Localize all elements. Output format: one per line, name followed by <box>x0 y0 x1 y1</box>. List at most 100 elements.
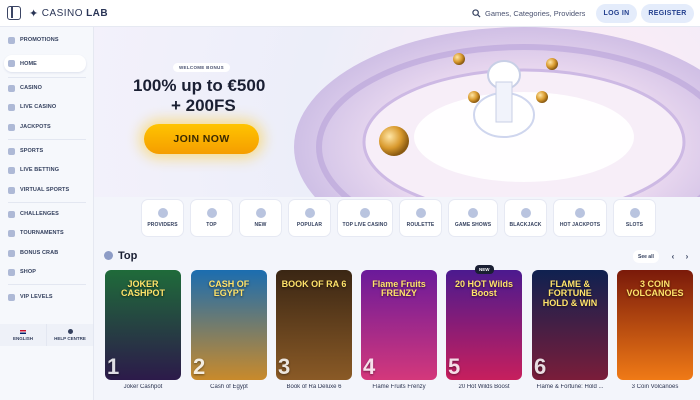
category-hot-jackpots[interactable]: HOT JACKPOTS <box>553 199 607 237</box>
login-button[interactable]: LOG IN <box>596 4 637 23</box>
sidebar-item-label: CASINO <box>20 85 42 91</box>
category-providers[interactable]: PROVIDERS <box>141 199 184 237</box>
game-art-title: 3 COIN VOLCANOES <box>626 279 684 299</box>
game-card[interactable]: 20 HOT Wilds Boost 5 20 Hot Wilds Boost <box>446 270 522 390</box>
live-casino-icon <box>360 208 370 218</box>
game-rank: 6 <box>534 354 547 379</box>
sidebar-item-live-betting[interactable]: LIVE BETTING <box>8 163 59 177</box>
category-top-live-casino[interactable]: TOP LIVE CASINO <box>337 199 393 237</box>
tournament-icon <box>8 229 15 237</box>
game-thumbnail[interactable]: BOOK OF RA 6 3 <box>276 270 352 380</box>
sidebar-toggle-icon[interactable] <box>7 6 21 20</box>
category-blackjack[interactable]: BLACKJACK <box>504 199 547 237</box>
top-icon <box>206 208 217 218</box>
category-label: TOP <box>206 222 217 228</box>
sidebar-item-label: VIRTUAL SPORTS <box>20 187 70 193</box>
game-thumbnail[interactable]: JOKER CASHPOT 1 <box>105 270 181 380</box>
game-card[interactable]: BOOK OF RA 6 3 Book of Ra Deluxe 6 <box>276 270 352 390</box>
jackpot-icon <box>8 123 15 131</box>
game-card[interactable]: FLAME & FORTUNE HOLD & WIN 6 Flame & For… <box>532 270 608 390</box>
join-now-button[interactable]: JOIN NOW <box>144 124 259 154</box>
sidebar-item-label: LIVE BETTING <box>20 167 60 173</box>
sidebar-item-sports[interactable]: SPORTS <box>8 144 43 158</box>
gift-icon <box>8 36 15 44</box>
search-input[interactable] <box>485 9 585 18</box>
logo-text-suffix: LAB <box>86 8 109 19</box>
category-roulette[interactable]: ROULETTE <box>399 199 442 237</box>
category-top[interactable]: TOP <box>190 199 233 237</box>
category-game-shows[interactable]: GAME SHOWS <box>448 199 498 237</box>
section-title: Top <box>118 250 138 262</box>
game-card[interactable]: JOKER CASHPOT 1 Joker Cashpot <box>105 270 181 390</box>
star-icon <box>304 208 315 218</box>
game-title[interactable]: Joker Cashpot <box>105 384 181 390</box>
next-arrow-button[interactable]: › <box>681 250 693 263</box>
see-all-button[interactable]: See all <box>633 250 659 263</box>
crown-icon <box>8 293 15 301</box>
search-icon <box>472 9 481 18</box>
sidebar-item-challenges[interactable]: CHALLENGES <box>8 207 59 221</box>
category-new[interactable]: NEW <box>239 199 282 237</box>
sidebar-divider <box>8 284 86 285</box>
category-label: NEW <box>254 222 267 228</box>
game-card[interactable]: Flame Fruits FRENZY 4 Flame Fruits Frenz… <box>361 270 437 390</box>
ball-icon <box>8 147 15 155</box>
game-thumbnail[interactable]: CASH OF EGYPT 2 <box>191 270 267 380</box>
game-card[interactable]: CASH OF EGYPT 2 Cash of Egypt <box>191 270 267 390</box>
sidebar-item-home[interactable]: HOME <box>4 55 86 72</box>
game-title[interactable]: Flame & Fortune: Hold ... <box>532 384 608 390</box>
game-thumbnail[interactable]: 3 COIN VOLCANOES <box>617 270 693 380</box>
sidebar-divider <box>8 139 86 140</box>
game-art-title: Flame Fruits FRENZY <box>372 279 426 299</box>
game-title[interactable]: Book of Ra Deluxe 6 <box>276 384 352 390</box>
sidebar-item-label: BONUS CRAB <box>20 250 59 256</box>
game-card[interactable]: 3 COIN VOLCANOES 3 Coin Volcanoes <box>617 270 693 390</box>
cards-icon <box>8 84 15 92</box>
sidebar-item-live-casino[interactable]: LIVE CASINO <box>8 100 56 114</box>
help-label: HELP CENTRE <box>54 336 86 341</box>
sidebar-footer: ENGLISH HELP CENTRE <box>0 324 94 346</box>
sidebar-item-jackpots[interactable]: JACKPOTS <box>8 120 51 134</box>
slots-icon <box>629 208 640 218</box>
brand-logo[interactable]: ✦ CASINO LAB <box>29 7 108 20</box>
sidebar-item-label: TOURNAMENTS <box>20 230 64 236</box>
game-thumbnail[interactable]: 20 HOT Wilds Boost 5 <box>446 270 522 380</box>
category-label: POPULAR <box>296 222 323 228</box>
sidebar-item-label: VIP LEVELS <box>20 294 53 300</box>
prev-arrow-button[interactable]: ‹ <box>667 250 679 263</box>
sidebar-item-casino[interactable]: CASINO <box>8 81 42 95</box>
category-popular[interactable]: POPULAR <box>288 199 331 237</box>
sidebar-item-vip-levels[interactable]: VIP LEVELS <box>8 290 53 304</box>
home-icon <box>8 60 15 67</box>
sidebar-item-label: CHALLENGES <box>20 211 59 217</box>
logo-mark-icon: ✦ <box>29 8 39 20</box>
register-button[interactable]: REGISTER <box>641 4 694 23</box>
sidebar-item-label: PROMOTIONS <box>20 37 59 43</box>
sidebar-item-label: JACKPOTS <box>20 124 51 130</box>
game-title[interactable]: 20 Hot Wilds Boost <box>446 384 522 390</box>
help-centre-link[interactable]: HELP CENTRE <box>47 324 94 346</box>
game-thumbnail[interactable]: Flame Fruits FRENZY 4 <box>361 270 437 380</box>
game-thumbnail[interactable]: FLAME & FORTUNE HOLD & WIN 6 <box>532 270 608 380</box>
sidebar-item-virtual-sports[interactable]: VIRTUAL SPORTS <box>8 183 69 197</box>
top-section-icon <box>104 251 113 260</box>
hero-title-line1: 100% up to €500 <box>133 76 266 95</box>
virtual-icon <box>8 186 15 194</box>
sidebar-item-label: LIVE CASINO <box>20 104 57 110</box>
trophy-icon <box>8 210 15 218</box>
game-art-title: 20 HOT Wilds Boost <box>455 279 513 299</box>
sidebar-item-promotions[interactable]: PROMOTIONS <box>8 33 59 47</box>
game-rank: 3 <box>278 354 291 379</box>
game-title[interactable]: Flame Fruits Frenzy <box>361 384 437 390</box>
game-rank: 1 <box>107 354 120 379</box>
category-slots[interactable]: SLOTS <box>613 199 656 237</box>
game-title[interactable]: 3 Coin Volcanoes <box>617 384 693 390</box>
game-title[interactable]: Cash of Egypt <box>191 384 267 390</box>
language-selector[interactable]: ENGLISH <box>0 324 47 346</box>
hero-banner[interactable]: WELCOME BONUS 100% up to €500 + 200FS JO… <box>94 27 700 197</box>
jackpot-icon <box>575 208 585 218</box>
sidebar-item-bonus-crab[interactable]: BONUS CRAB <box>8 246 58 260</box>
sidebar-item-shop[interactable]: SHOP <box>8 265 36 279</box>
search-box[interactable] <box>472 4 588 23</box>
sidebar-item-tournaments[interactable]: TOURNAMENTS <box>8 226 64 240</box>
